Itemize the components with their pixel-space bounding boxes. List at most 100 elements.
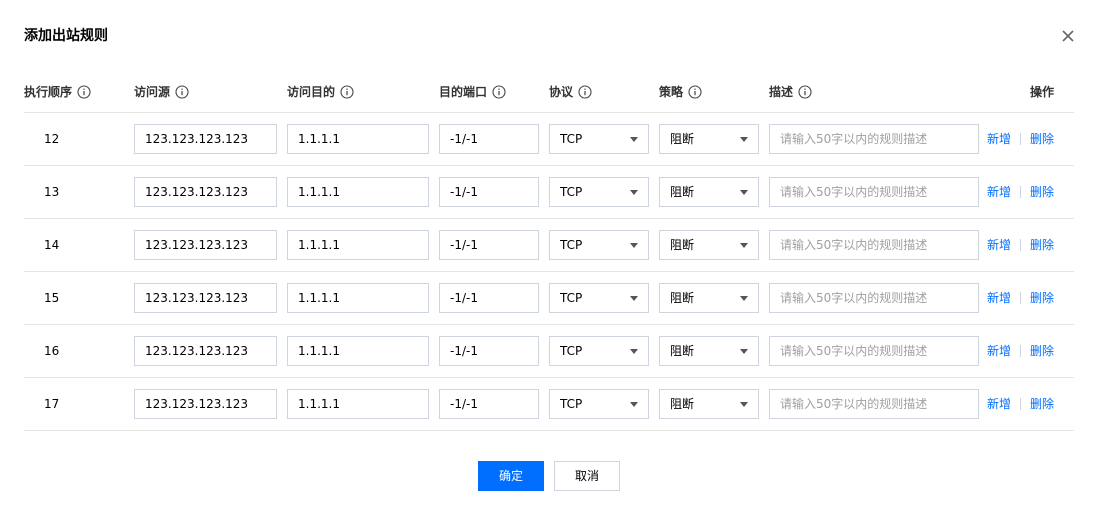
delete-rule-link[interactable]: 删除 xyxy=(1030,236,1054,254)
protocol-select[interactable]: TCP xyxy=(549,283,649,313)
port-input[interactable]: -1/-1 xyxy=(439,389,539,419)
delete-rule-link[interactable]: 删除 xyxy=(1030,395,1054,413)
cancel-button[interactable]: 取消 xyxy=(554,461,620,491)
description-input[interactable]: 请输入50字以内的规则描述 xyxy=(769,283,979,313)
protocol-value: TCP xyxy=(560,132,583,146)
info-icon[interactable] xyxy=(77,85,91,99)
action-divider xyxy=(1020,239,1022,251)
action-divider xyxy=(1020,292,1022,304)
description-placeholder: 请输入50字以内的规则描述 xyxy=(780,185,928,199)
caret-down-icon xyxy=(630,401,638,407)
column-header: 策略 xyxy=(659,83,702,101)
description-input[interactable]: 请输入50字以内的规则描述 xyxy=(769,124,979,154)
column-header-label: 策略 xyxy=(659,85,684,99)
destination-input[interactable]: 1.1.1.1 xyxy=(287,283,429,313)
policy-select[interactable]: 阻断 xyxy=(659,389,759,419)
protocol-value: TCP xyxy=(560,238,583,252)
column-header: 操作 xyxy=(1030,83,1054,101)
description-input[interactable]: 请输入50字以内的规则描述 xyxy=(769,336,979,366)
action-divider xyxy=(1020,345,1022,357)
confirm-button[interactable]: 确定 xyxy=(478,461,544,491)
info-icon[interactable] xyxy=(175,85,189,99)
column-header-label: 访问目的 xyxy=(287,85,336,99)
source-input[interactable]: 123.123.123.123 xyxy=(134,230,277,260)
protocol-value: TCP xyxy=(560,291,583,305)
row-actions: 新增 删除 xyxy=(987,183,1054,201)
caret-down-icon xyxy=(740,136,748,142)
policy-select[interactable]: 阻断 xyxy=(659,283,759,313)
column-header: 描述 xyxy=(769,83,812,101)
table-row: 15 123.123.123.123 1.1.1.1 -1/-1 TCP 阻断 请输入50字… xyxy=(24,272,1074,325)
protocol-value: TCP xyxy=(560,344,583,358)
description-input[interactable]: 请输入50字以内的规则描述 xyxy=(769,230,979,260)
add-rule-link[interactable]: 新增 xyxy=(987,395,1011,413)
port-input[interactable]: -1/-1 xyxy=(439,283,539,313)
caret-down-icon xyxy=(740,189,748,195)
destination-input[interactable]: 1.1.1.1 xyxy=(287,177,429,207)
source-input[interactable]: 123.123.123.123 xyxy=(134,336,277,366)
info-icon[interactable] xyxy=(340,85,354,99)
add-rule-link[interactable]: 新增 xyxy=(987,130,1011,148)
column-header-label: 访问源 xyxy=(134,85,171,99)
column-header-label: 描述 xyxy=(769,85,794,99)
row-actions: 新增 删除 xyxy=(987,236,1054,254)
order-number: 17 xyxy=(44,397,60,411)
destination-input[interactable]: 1.1.1.1 xyxy=(287,389,429,419)
description-input[interactable]: 请输入50字以内的规则描述 xyxy=(769,389,979,419)
column-header: 协议 xyxy=(549,83,592,101)
policy-select[interactable]: 阻断 xyxy=(659,336,759,366)
description-placeholder: 请输入50字以内的规则描述 xyxy=(780,397,928,411)
delete-rule-link[interactable]: 删除 xyxy=(1030,289,1054,307)
table-row: 17 123.123.123.123 1.1.1.1 -1/-1 TCP 阻断 请输入50字… xyxy=(24,378,1074,431)
table-row: 14 123.123.123.123 1.1.1.1 -1/-1 TCP 阻断 请输入50字… xyxy=(24,219,1074,272)
close-icon[interactable] xyxy=(1057,25,1079,47)
delete-rule-link[interactable]: 删除 xyxy=(1030,130,1054,148)
destination-input[interactable]: 1.1.1.1 xyxy=(287,336,429,366)
port-input[interactable]: -1/-1 xyxy=(439,124,539,154)
destination-input[interactable]: 1.1.1.1 xyxy=(287,124,429,154)
info-icon[interactable] xyxy=(492,85,506,99)
order-number: 16 xyxy=(44,344,60,358)
add-rule-link[interactable]: 新增 xyxy=(987,236,1011,254)
table-header: 执行顺序 访问源 访问目的 目的端口 协议 策略 描述 操作 xyxy=(24,73,1074,113)
add-rule-link[interactable]: 新增 xyxy=(987,342,1011,360)
policy-select[interactable]: 阻断 xyxy=(659,124,759,154)
protocol-select[interactable]: TCP xyxy=(549,389,649,419)
column-header-label: 目的端口 xyxy=(439,85,488,99)
protocol-value: TCP xyxy=(560,185,583,199)
info-icon[interactable] xyxy=(798,85,812,99)
protocol-select[interactable]: TCP xyxy=(549,177,649,207)
column-header-label: 执行顺序 xyxy=(24,85,73,99)
add-rule-link[interactable]: 新增 xyxy=(987,183,1011,201)
order-number: 14 xyxy=(44,238,60,252)
caret-down-icon xyxy=(740,242,748,248)
source-input[interactable]: 123.123.123.123 xyxy=(134,389,277,419)
caret-down-icon xyxy=(740,295,748,301)
policy-select[interactable]: 阻断 xyxy=(659,177,759,207)
dialog-title: 添加出站规则 xyxy=(24,28,108,44)
source-input[interactable]: 123.123.123.123 xyxy=(134,283,277,313)
destination-input[interactable]: 1.1.1.1 xyxy=(287,230,429,260)
dialog-footer: 确定 取消 xyxy=(478,461,620,491)
source-input[interactable]: 123.123.123.123 xyxy=(134,177,277,207)
delete-rule-link[interactable]: 删除 xyxy=(1030,342,1054,360)
protocol-select[interactable]: TCP xyxy=(549,230,649,260)
port-input[interactable]: -1/-1 xyxy=(439,336,539,366)
row-actions: 新增 删除 xyxy=(987,130,1054,148)
protocol-select[interactable]: TCP xyxy=(549,124,649,154)
info-icon[interactable] xyxy=(688,85,702,99)
row-actions: 新增 删除 xyxy=(987,289,1054,307)
policy-select[interactable]: 阻断 xyxy=(659,230,759,260)
source-input[interactable]: 123.123.123.123 xyxy=(134,124,277,154)
order-number: 15 xyxy=(44,291,60,305)
port-input[interactable]: -1/-1 xyxy=(439,177,539,207)
caret-down-icon xyxy=(630,136,638,142)
port-input[interactable]: -1/-1 xyxy=(439,230,539,260)
description-input[interactable]: 请输入50字以内的规则描述 xyxy=(769,177,979,207)
delete-rule-link[interactable]: 删除 xyxy=(1030,183,1054,201)
add-rule-link[interactable]: 新增 xyxy=(987,289,1011,307)
order-number: 12 xyxy=(44,132,60,146)
info-icon[interactable] xyxy=(578,85,592,99)
table-body: 12 123.123.123.123 1.1.1.1 -1/-1 TCP 阻断 请输入50字… xyxy=(24,113,1074,431)
protocol-select[interactable]: TCP xyxy=(549,336,649,366)
